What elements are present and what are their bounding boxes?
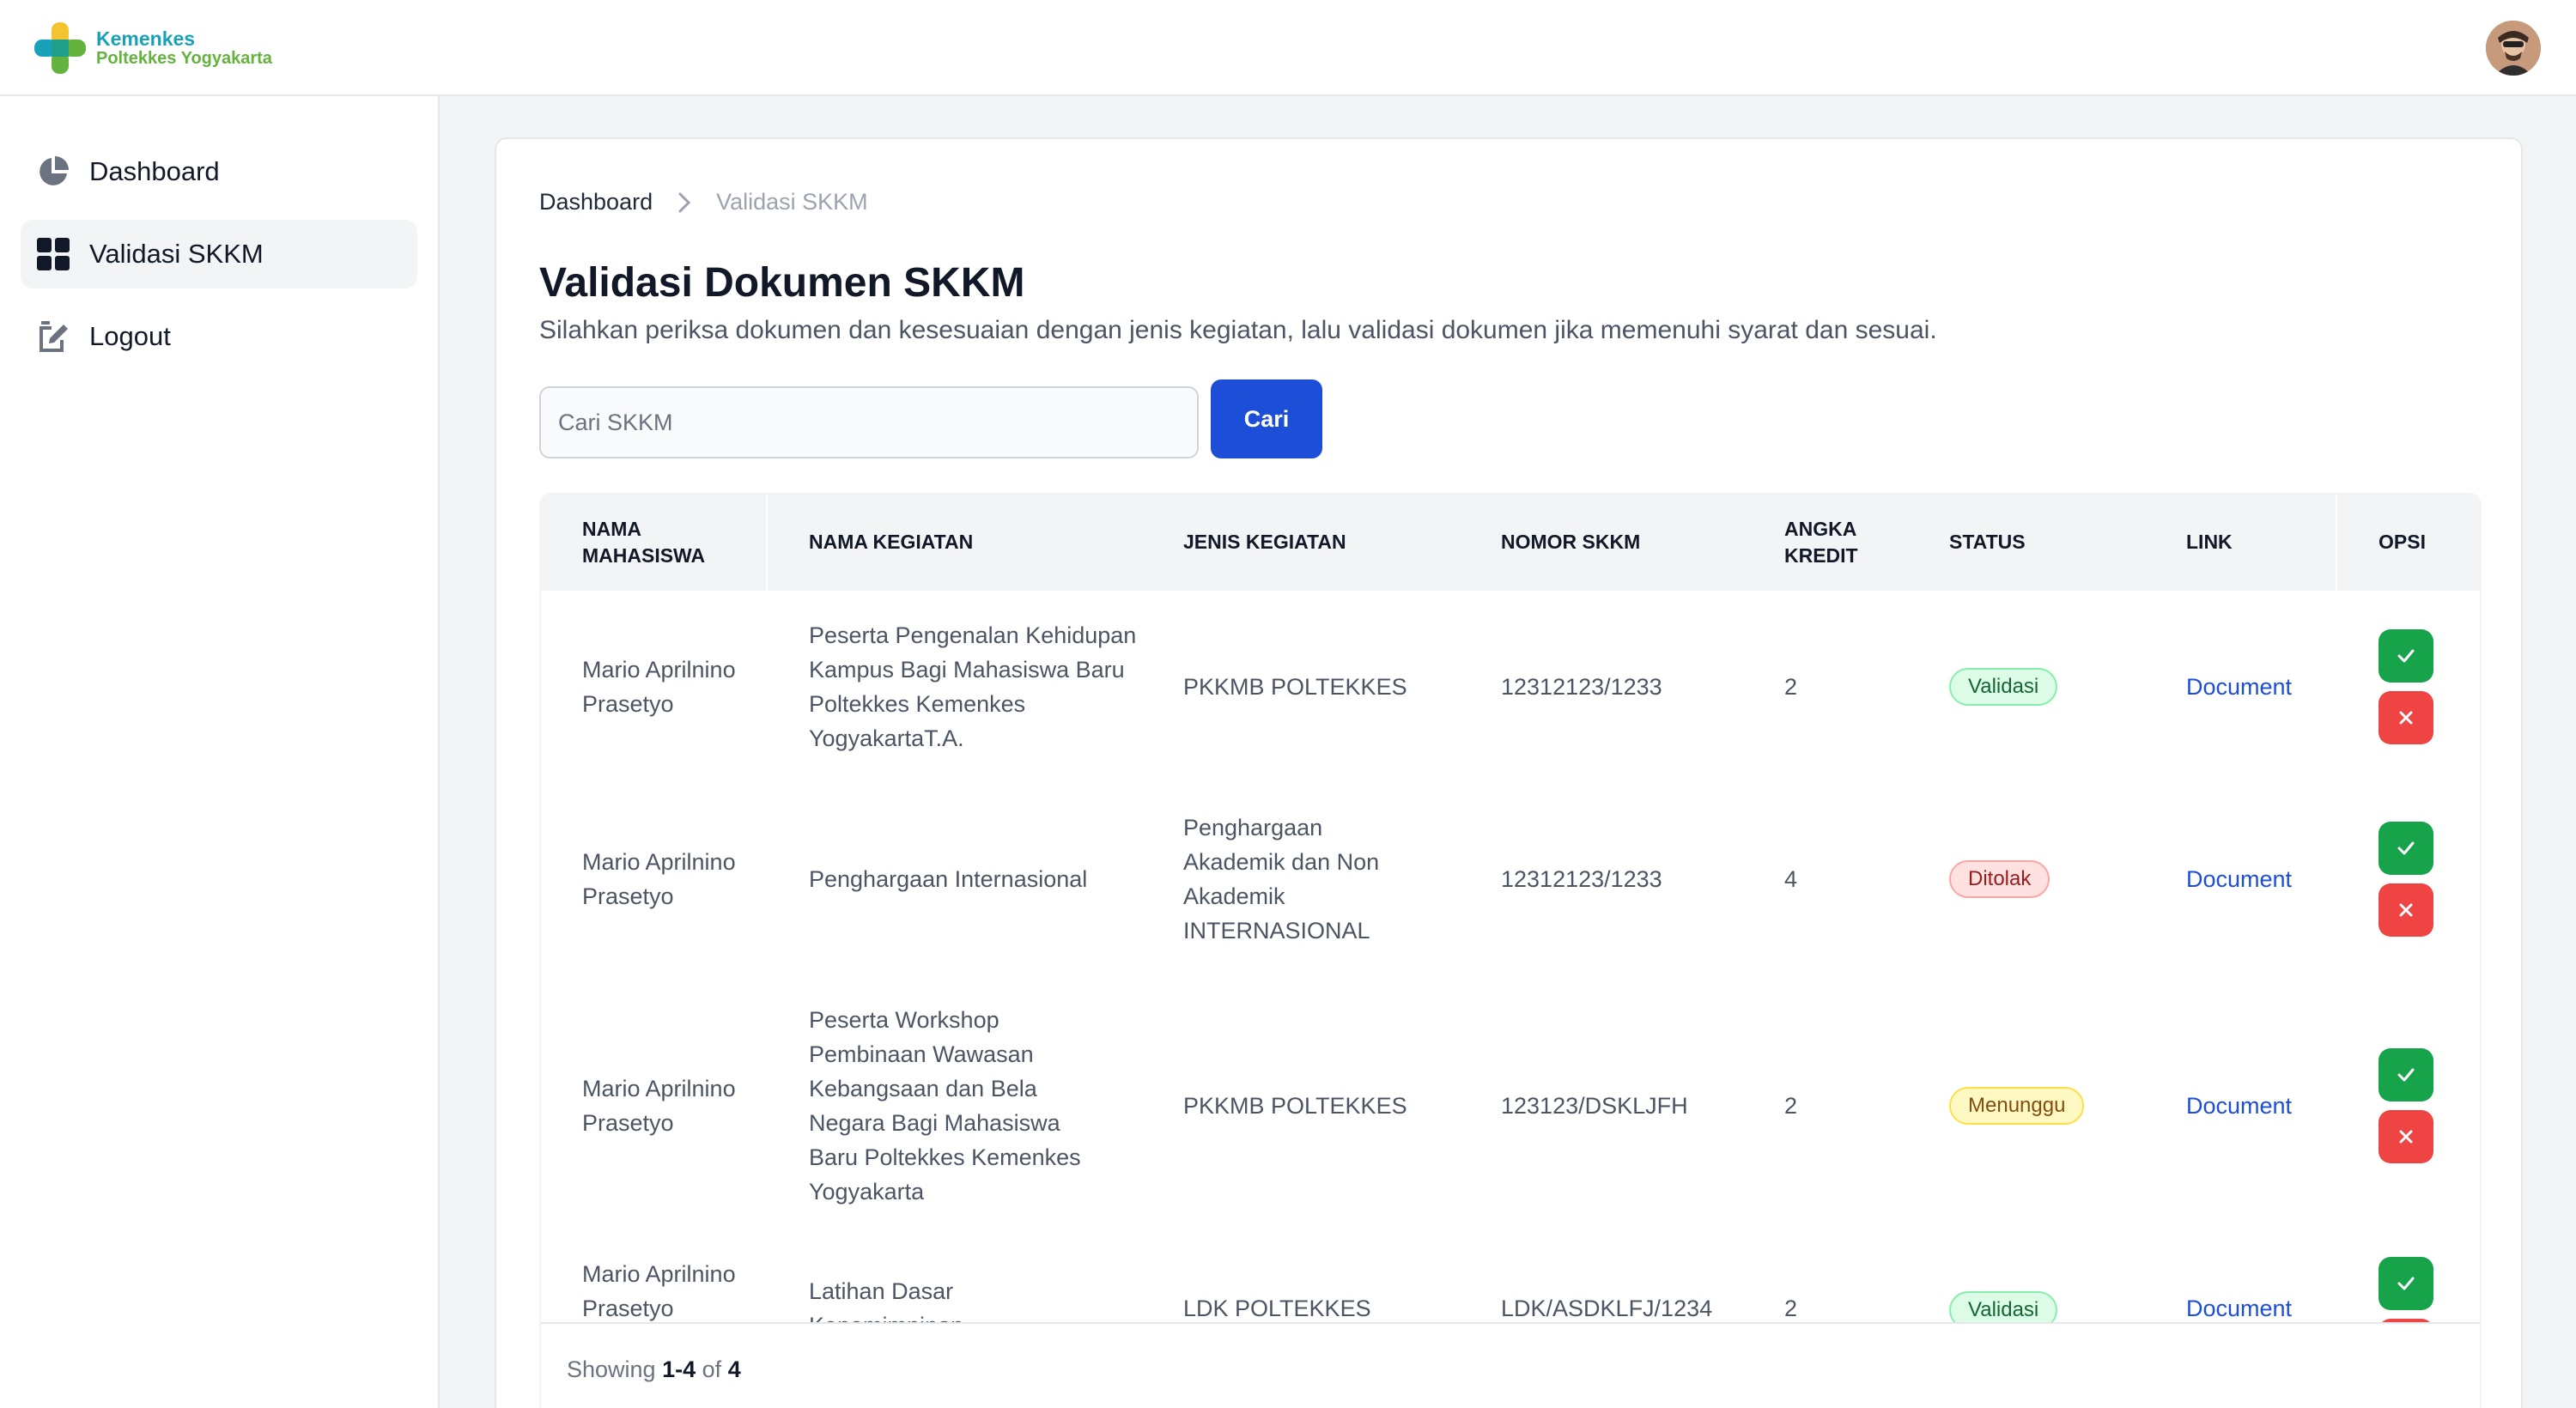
cell-angka-kredit: 4 xyxy=(1784,866,1798,892)
table-body: Mario Aprilnino Prasetyo Peserta Pengena… xyxy=(541,591,2480,1322)
status-badge: Validasi xyxy=(1949,1291,2058,1322)
cell-nomor-skkm: 12312123/1233 xyxy=(1501,866,1662,892)
header-divider xyxy=(2336,495,2337,591)
table-row: Mario Aprilnino Prasetyo Latihan Dasar K… xyxy=(541,1257,2480,1322)
status-badge: Validasi xyxy=(1949,668,2058,706)
reject-button[interactable] xyxy=(2379,1110,2433,1163)
document-link[interactable]: Document xyxy=(2186,862,2292,896)
brand-subtitle: Poltekkes Yogyakarta xyxy=(96,48,272,68)
sidebar: Dashboard Validasi SKKM Logout xyxy=(0,96,440,1408)
cell-nama-kegiatan: Penghargaan Internasional xyxy=(809,866,1088,892)
sidebar-item-validasi-skkm[interactable]: Validasi SKKM xyxy=(21,220,417,288)
cell-nama-mahasiswa: Mario Aprilnino Prasetyo xyxy=(582,1261,736,1321)
cell-status: Validasi xyxy=(1949,1257,2138,1322)
cell-opsi xyxy=(2379,591,2464,783)
cell-link: Document xyxy=(2186,1257,2341,1322)
close-icon xyxy=(2399,903,2413,917)
page-description: Silahkan periksa dokumen dan kesesuaian … xyxy=(539,316,1937,344)
cell-link: Document xyxy=(2186,975,2341,1236)
header-divider xyxy=(766,495,768,591)
cell-angka-kredit: 2 xyxy=(1784,1296,1798,1321)
skkm-table: NAMA MAHASISWA NAMA KEGIATAN JENIS KEGIAT… xyxy=(539,493,2482,1408)
cell-nama-kegiatan: Latihan Dasar Kepemimpinan xyxy=(809,1278,963,1322)
th-nama-kegiatan: NAMA KEGIATAN xyxy=(809,531,974,554)
th-opsi: OPSI xyxy=(2379,531,2426,554)
content-card: Dashboard Validasi SKKM Validasi Dokumen… xyxy=(495,137,2523,1408)
table-row: Mario Aprilnino Prasetyo Penghargaan Int… xyxy=(541,783,2480,975)
cell-opsi xyxy=(2379,975,2464,1236)
cell-nama-kegiatan: Peserta Pengenalan Kehidupan Kampus Bagi… xyxy=(809,622,1137,751)
top-bar: Kemenkes Poltekkes Yogyakarta xyxy=(0,0,2576,96)
cell-nomor-skkm: 123123/DSKLJFH xyxy=(1501,1093,1688,1119)
approve-button[interactable] xyxy=(2379,822,2433,875)
table-row: Mario Aprilnino Prasetyo Peserta Pengena… xyxy=(541,591,2480,783)
breadcrumb-home-link[interactable]: Dashboard xyxy=(539,189,653,215)
brand-logo[interactable]: Kemenkes Poltekkes Yogyakarta xyxy=(33,21,272,76)
sidebar-item-label: Validasi SKKM xyxy=(89,239,264,269)
document-link[interactable]: Document xyxy=(2186,1291,2292,1322)
reject-button[interactable] xyxy=(2379,691,2433,744)
sidebar-item-logout[interactable]: Logout xyxy=(21,302,417,371)
pie-chart-icon xyxy=(34,153,72,191)
cell-nomor-skkm: LDK/ASDKLFJ/1234 xyxy=(1501,1296,1713,1321)
cell-opsi xyxy=(2379,783,2464,975)
check-icon xyxy=(2397,841,2415,855)
cell-status: Menunggu xyxy=(1949,975,2138,1236)
sidebar-item-dashboard[interactable]: Dashboard xyxy=(21,137,417,206)
cell-nomor-skkm: 12312123/1233 xyxy=(1501,674,1662,700)
document-link[interactable]: Document xyxy=(2186,1089,2292,1123)
close-icon xyxy=(2399,711,2413,725)
cell-angka-kredit: 2 xyxy=(1784,1093,1798,1119)
table-row: Mario Aprilnino Prasetyo Peserta Worksho… xyxy=(541,975,2480,1236)
status-badge: Ditolak xyxy=(1949,860,2050,898)
grid-icon xyxy=(34,235,72,273)
check-icon xyxy=(2397,1277,2415,1290)
edit-icon xyxy=(34,318,72,355)
th-status: STATUS xyxy=(1949,531,2026,554)
cell-jenis-kegiatan: LDK POLTEKKES xyxy=(1183,1296,1371,1321)
table-header: NAMA MAHASISWA NAMA KEGIATAN JENIS KEGIAT… xyxy=(541,495,2480,591)
cell-status: Ditolak xyxy=(1949,783,2138,975)
breadcrumb-current: Validasi SKKM xyxy=(716,189,868,215)
search-button[interactable]: Cari xyxy=(1211,379,1322,458)
cell-jenis-kegiatan: Penghargaan Akademik dan Non Akademik IN… xyxy=(1183,815,1380,944)
cell-angka-kredit: 2 xyxy=(1784,674,1798,700)
sidebar-item-label: Dashboard xyxy=(89,156,220,186)
table-footer: Showing 1-4 of 4 xyxy=(541,1322,2480,1408)
status-badge: Menunggu xyxy=(1949,1087,2085,1125)
search-input[interactable] xyxy=(539,386,1199,458)
th-nomor-skkm: NOMOR SKKM xyxy=(1501,531,1641,554)
check-icon xyxy=(2397,1068,2415,1082)
approve-button[interactable] xyxy=(2379,1048,2433,1102)
cell-link: Document xyxy=(2186,783,2341,975)
chevron-right-icon xyxy=(677,191,692,214)
cell-nama-mahasiswa: Mario Aprilnino Prasetyo xyxy=(582,657,736,717)
cell-nama-mahasiswa: Mario Aprilnino Prasetyo xyxy=(582,1076,736,1136)
reject-button[interactable] xyxy=(2379,883,2433,937)
cell-opsi xyxy=(2379,1257,2464,1322)
close-icon xyxy=(2399,1130,2413,1144)
brand-title: Kemenkes xyxy=(96,27,196,51)
breadcrumb: Dashboard Validasi SKKM xyxy=(539,189,868,215)
approve-button[interactable] xyxy=(2379,629,2433,683)
cell-jenis-kegiatan: PKKMB POLTEKKES xyxy=(1183,1093,1407,1119)
pagination-info: Showing 1-4 of 4 xyxy=(567,1356,741,1382)
user-avatar[interactable] xyxy=(2486,21,2541,76)
th-link: LINK xyxy=(2186,531,2233,554)
document-link[interactable]: Document xyxy=(2186,670,2292,704)
page-title: Validasi Dokumen SKKM xyxy=(539,260,1025,306)
cell-status: Validasi xyxy=(1949,591,2138,783)
cell-nama-kegiatan: Peserta Workshop Pembinaan Wawasan Keban… xyxy=(809,1007,1081,1205)
approve-button[interactable] xyxy=(2379,1257,2433,1310)
sidebar-item-label: Logout xyxy=(89,321,171,351)
cell-link: Document xyxy=(2186,591,2341,783)
th-nama-mahasiswa: NAMA MAHASISWA xyxy=(582,517,706,567)
cell-jenis-kegiatan: PKKMB POLTEKKES xyxy=(1183,674,1407,700)
check-icon xyxy=(2397,649,2415,663)
cell-nama-mahasiswa: Mario Aprilnino Prasetyo xyxy=(582,849,736,909)
th-jenis-kegiatan: JENIS KEGIATAN xyxy=(1183,531,1346,554)
kemenkes-logo-icon xyxy=(33,21,88,76)
th-angka-kredit: ANGKA KREDIT xyxy=(1784,517,1858,567)
